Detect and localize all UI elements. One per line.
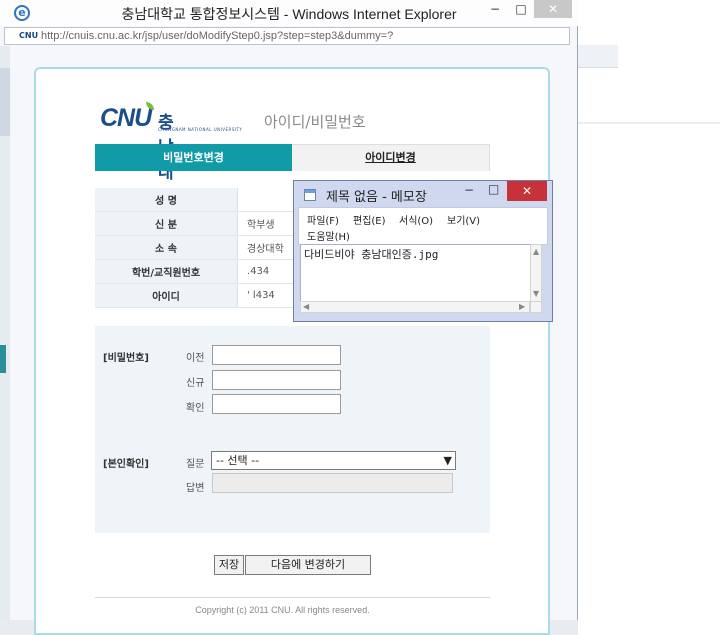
scroll-left-icon[interactable]: ◀ [303, 302, 309, 311]
page-title: 아이디/비밀번호 [264, 113, 366, 131]
confirm-password-input[interactable] [212, 394, 341, 414]
footer-divider [95, 597, 490, 598]
new-password-label: 신규 [186, 378, 205, 389]
notepad-text-area[interactable]: 다비드비야 충남대인증.jpg [300, 244, 540, 302]
scroll-up-icon[interactable]: ▲ [533, 247, 539, 256]
student-id-label: 학번/교직원번호 [95, 259, 238, 284]
site-favicon-icon: CNU [19, 31, 39, 40]
notepad-icon [304, 189, 316, 201]
notepad-horizontal-scrollbar[interactable]: ◀ ▶ [300, 301, 530, 313]
name-label: 성 명 [95, 188, 238, 212]
save-button[interactable]: 저장 [214, 555, 244, 575]
password-section-title: [비밀번호] [103, 353, 149, 364]
background-toolbar [578, 45, 618, 68]
resize-grip-icon[interactable] [530, 301, 542, 313]
copyright-text: Copyright (c) 2011 CNU. All rights reser… [195, 605, 370, 615]
menu-edit[interactable]: 편집(E) [353, 212, 386, 227]
notepad-menu-bar: 파일(F) 편집(E) 서식(O) 보기(V) 도움말(H) [298, 207, 548, 245]
menu-help[interactable]: 도움말(H) [307, 228, 350, 243]
ie-title-bar[interactable]: e 충남대학교 통합정보시스템 - Windows Internet Explo… [0, 0, 578, 26]
notepad-content: 다비드비야 충남대인증.jpg [304, 248, 439, 261]
user-id-label: 아이디 [95, 283, 238, 308]
notepad-title: 제목 없음 - 메모장 [326, 190, 427, 205]
scroll-right-icon[interactable]: ▶ [519, 302, 525, 311]
tab-id-change[interactable]: 아이디변경 [292, 144, 490, 171]
answer-label: 답변 [186, 483, 205, 494]
close-button[interactable]: ✕ [534, 0, 572, 18]
address-bar[interactable]: CNU http://cnuis.cnu.ac.kr/jsp/user/doMo… [4, 27, 570, 45]
minimize-button[interactable]: − [482, 0, 508, 18]
identity-section-title: [본인확인] [103, 459, 149, 470]
status-label: 신 분 [95, 211, 238, 236]
notepad-close-button[interactable]: ✕ [507, 181, 547, 201]
prev-password-label: 이전 [186, 353, 205, 364]
answer-input[interactable] [212, 473, 453, 493]
left-frame-shade [0, 68, 10, 136]
background-window [578, 0, 720, 635]
logo-english: CHUNGNAM NATIONAL UNIVERSITY [158, 127, 243, 132]
maximize-button[interactable]: □ [508, 0, 534, 18]
change-later-button[interactable]: 다음에 변경하기 [245, 555, 371, 575]
menu-file[interactable]: 파일(F) [307, 212, 339, 227]
side-tab-handle[interactable] [0, 345, 6, 373]
logo-brand: CNU [100, 104, 152, 132]
confirm-password-label: 확인 [186, 403, 205, 414]
question-selected-value: -- 선택 -- [216, 454, 260, 467]
menu-format[interactable]: 서식(O) [399, 212, 433, 227]
prev-password-input[interactable] [212, 345, 341, 365]
chevron-down-icon: ▼ [443, 454, 452, 467]
tab-password-change[interactable]: 비밀번호변경 [95, 144, 292, 171]
background-divider [578, 122, 720, 124]
notepad-vertical-scrollbar[interactable]: ▲ ▼ [530, 244, 542, 302]
question-select[interactable]: -- 선택 -- ▼ [211, 451, 456, 470]
affiliation-label: 소 속 [95, 235, 238, 260]
menu-view[interactable]: 보기(V) [447, 212, 480, 227]
notepad-maximize-button[interactable]: □ [488, 182, 499, 196]
address-url[interactable]: http://cnuis.cnu.ac.kr/jsp/user/doModify… [41, 30, 393, 42]
left-frame [0, 46, 10, 635]
question-label: 질문 [186, 459, 205, 470]
notepad-minimize-button[interactable]: − [464, 183, 474, 197]
scroll-down-icon[interactable]: ▼ [533, 289, 539, 298]
notepad-window: 제목 없음 - 메모장 − □ ✕ 파일(F) 편집(E) 서식(O) 보기(V… [293, 180, 553, 322]
new-password-input[interactable] [212, 370, 341, 390]
notepad-title-bar[interactable]: 제목 없음 - 메모장 − □ ✕ [294, 181, 552, 207]
